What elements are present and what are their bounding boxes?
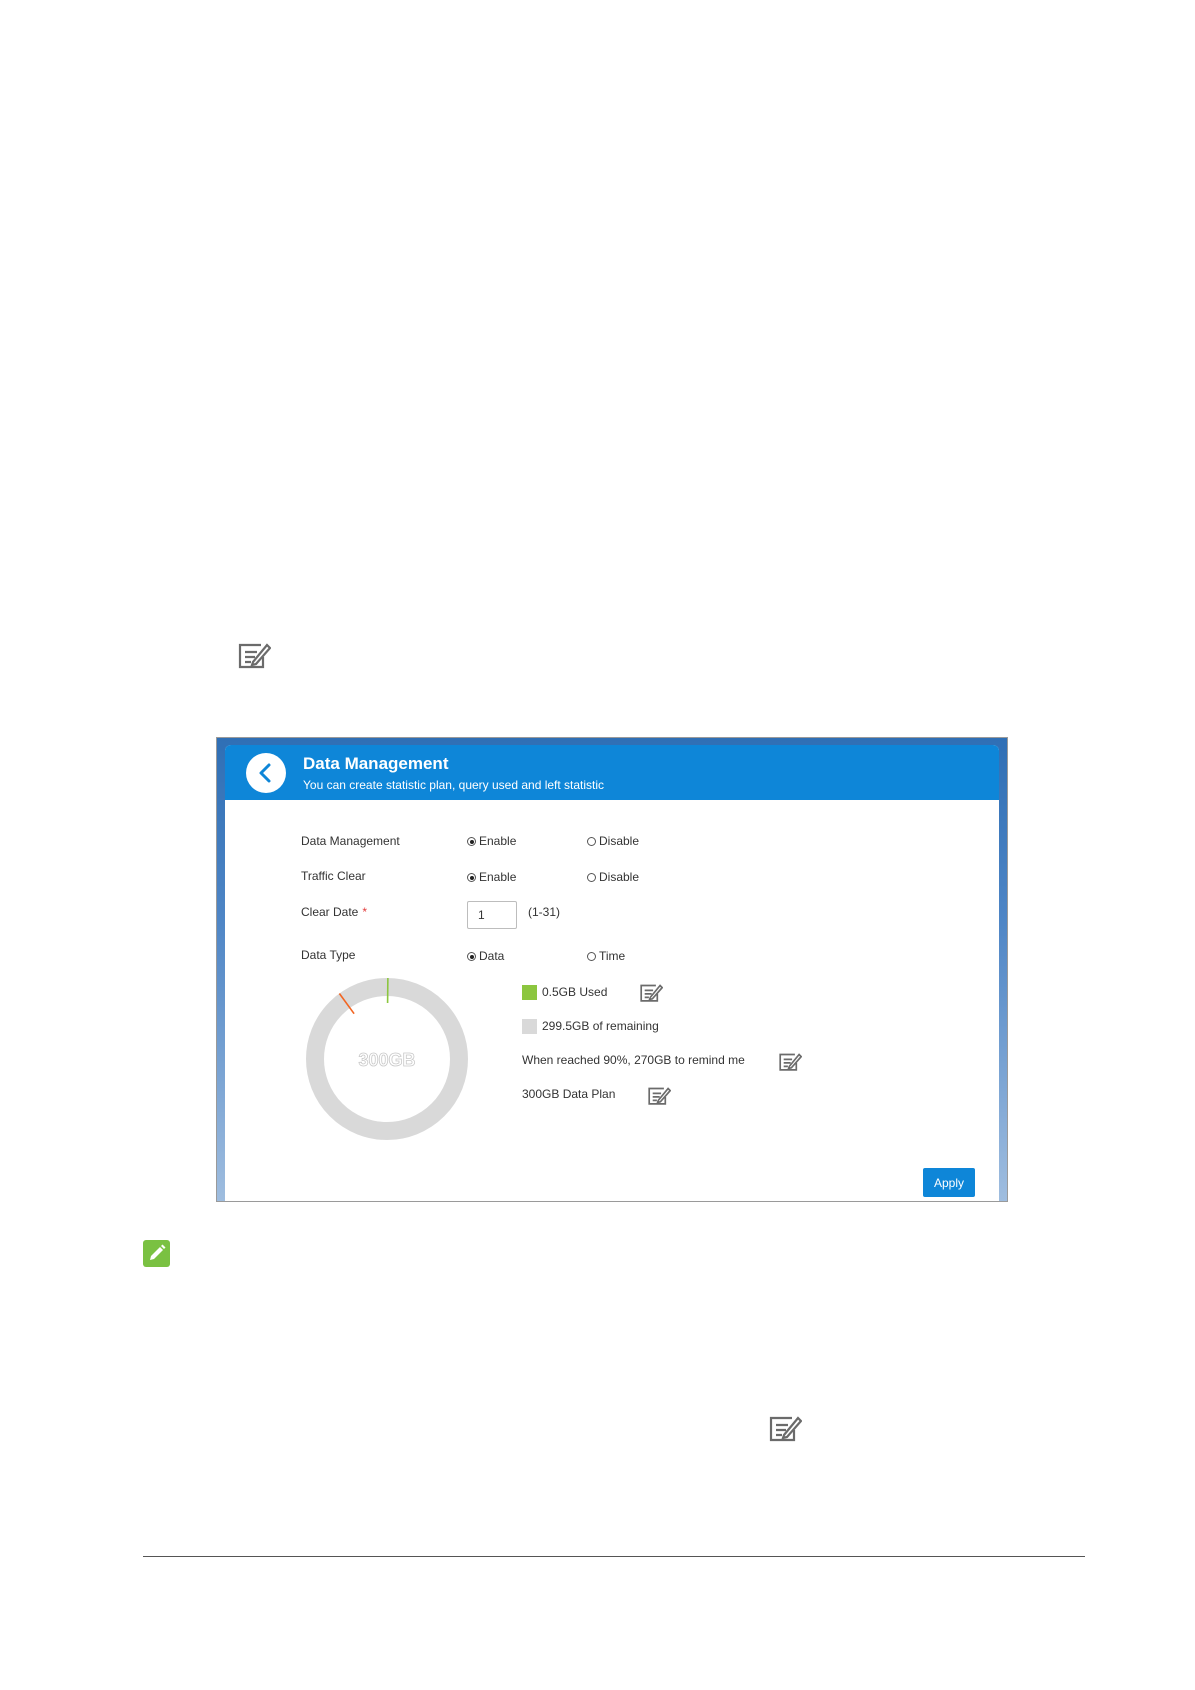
chevron-left-icon: [259, 763, 271, 783]
radio-indicator: [467, 837, 476, 846]
usage-donut-chart: 300GB: [306, 977, 468, 1140]
edit-remind-icon[interactable]: [778, 1051, 802, 1072]
clear-date-range-hint: (1-31): [528, 905, 561, 919]
pencil-note-icon: [143, 1240, 170, 1267]
used-label: 0.5GB Used: [542, 985, 608, 999]
clear-date-label-text: Clear Date: [301, 905, 359, 919]
data-management-enable-radio[interactable]: Enable: [467, 834, 516, 850]
panel-header: Data Management You can create statistic…: [225, 745, 999, 800]
clear-date-label: Clear Date *: [301, 905, 367, 919]
footer-divider: [143, 1556, 1085, 1557]
data-type-time-radio[interactable]: Time: [587, 949, 625, 965]
page-title: Data Management: [303, 754, 449, 773]
edit-note-icon: [237, 640, 271, 670]
radio-label: Time: [599, 949, 626, 963]
traffic-clear-label: Traffic Clear: [301, 869, 366, 883]
radio-indicator: [587, 873, 596, 882]
traffic-clear-enable-radio[interactable]: Enable: [467, 870, 516, 886]
clear-date-input[interactable]: [467, 901, 517, 929]
radio-label: Disable: [599, 834, 640, 848]
back-button[interactable]: [246, 753, 286, 793]
remaining-swatch: [522, 1019, 537, 1034]
radio-label: Disable: [599, 870, 640, 884]
radio-indicator: [587, 837, 596, 846]
data-management-panel: Data Management You can create statistic…: [225, 745, 999, 1201]
edit-note-icon: [768, 1413, 802, 1443]
data-management-screenshot: Data Management You can create statistic…: [216, 737, 1008, 1202]
traffic-clear-disable-radio[interactable]: Disable: [587, 870, 639, 886]
required-mark: *: [362, 905, 368, 919]
radio-label: Data: [479, 949, 505, 963]
edit-plan-icon[interactable]: [647, 1085, 671, 1106]
data-management-disable-radio[interactable]: Disable: [587, 834, 639, 850]
radio-label: Enable: [479, 870, 517, 884]
radio-indicator: [467, 952, 476, 961]
data-type-data-radio[interactable]: Data: [467, 949, 504, 965]
donut-center-label: 300GB: [358, 1050, 415, 1070]
remaining-label: 299.5GB of remaining: [542, 1019, 659, 1033]
data-type-label: Data Type: [301, 948, 356, 962]
used-swatch: [522, 985, 537, 1000]
data-management-label: Data Management: [301, 834, 400, 848]
page-subtitle: You can create statistic plan, query use…: [303, 778, 605, 792]
edit-used-icon[interactable]: [639, 982, 663, 1003]
radio-indicator: [467, 873, 476, 882]
remind-label: When reached 90%, 270GB to remind me: [522, 1053, 745, 1067]
radio-label: Enable: [479, 834, 517, 848]
radio-indicator: [587, 952, 596, 961]
plan-label: 300GB Data Plan: [522, 1087, 616, 1101]
apply-button[interactable]: Apply: [923, 1168, 975, 1197]
